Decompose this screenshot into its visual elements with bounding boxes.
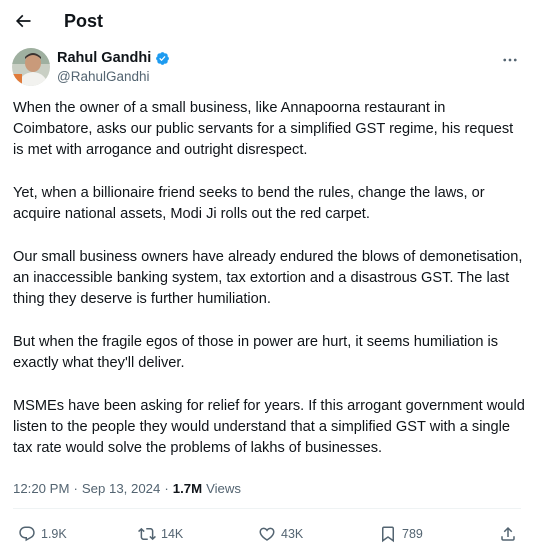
post-date[interactable]: Sep 13, 2024 [82,481,160,496]
meta-separator: · [164,481,169,496]
page-title: Post [64,11,104,31]
avatar-image [12,48,50,86]
like-button[interactable]: 43K [258,520,303,548]
bookmark-button[interactable]: 789 [379,520,423,548]
divider [13,508,521,509]
more-options-button[interactable] [498,50,522,70]
post-text: When the owner of a small business, like… [13,98,525,481]
views-count: 1.7M [172,481,203,496]
bookmark-icon [382,526,394,543]
action-bar: 1.9K 14K 43K 789 [0,520,534,548]
share-button[interactable] [499,520,517,548]
post-paragraph: MSMEs have been asking for relief for ye… [13,398,525,457]
bookmark-count: 789 [402,527,423,541]
arrow-left-icon [15,14,31,28]
author-display-name[interactable]: Rahul Gandhi [57,50,151,66]
views-label: Views [206,481,242,496]
like-count: 43K [281,527,304,541]
reply-count: 1.9K [41,527,67,541]
post-paragraph: When the owner of a small business, like… [13,100,514,159]
reply-button[interactable]: 1.9K [18,520,67,548]
author-block: Rahul Gandhi @RahulGandhi [12,48,522,88]
author-handle[interactable]: @RahulGandhi [57,69,170,84]
author-names: Rahul Gandhi @RahulGandhi [57,50,170,84]
meta-separator: · [73,481,78,496]
avatar[interactable] [12,48,50,86]
repost-count: 14K [161,527,184,541]
post-paragraph: But when the fragile egos of those in po… [13,334,499,372]
repost-icon [138,527,156,541]
reply-icon [19,526,35,542]
repost-button[interactable]: 14K [138,520,183,548]
share-icon [501,526,515,541]
post-paragraph: Our small business owners have already e… [13,249,523,308]
post-header: Post [0,0,534,44]
heart-icon [259,527,275,541]
post-time[interactable]: 12:20 PM [13,481,69,496]
more-horizontal-icon [503,58,517,62]
post-meta: 12:20 PM · Sep 13, 2024 · 1.7M Views [13,481,241,496]
back-button[interactable] [10,8,36,34]
post-paragraph: Yet, when a billionaire friend seeks to … [13,185,485,223]
verified-badge-icon [155,51,170,66]
